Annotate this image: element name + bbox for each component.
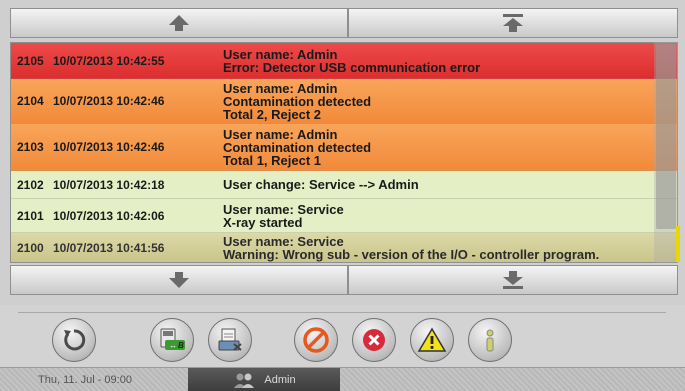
prohibited-filter-icon [303, 327, 329, 353]
current-user[interactable]: Admin [188, 368, 340, 391]
scroll-to-top-button[interactable] [348, 8, 678, 38]
log-entry[interactable]: 2102 10/07/2013 10:42:18 User change: Se… [11, 171, 677, 199]
filter-info-button[interactable] [468, 318, 512, 362]
svg-text:B: B [178, 341, 184, 350]
log-entry[interactable]: 2104 10/07/2013 10:42:46 User name: Admi… [11, 79, 677, 124]
entry-message: User name: Admin Contamination detected … [223, 80, 372, 122]
info-filter-icon [486, 329, 494, 352]
refresh-icon [64, 329, 86, 351]
filter-errors-button[interactable] [352, 318, 396, 362]
entry-id: 2102 [17, 177, 44, 192]
log-entry[interactable]: 2103 10/07/2013 10:42:46 User name: Admi… [11, 124, 677, 171]
users-icon [234, 373, 255, 388]
entry-message: User name: Service X-ray started [223, 201, 344, 230]
entry-timestamp: 10/07/2013 10:42:46 [53, 140, 165, 154]
scroll-to-bottom-button[interactable] [348, 265, 678, 295]
entry-id: 2103 [17, 140, 44, 154]
entry-timestamp: 10/07/2013 10:42:46 [53, 94, 165, 108]
log-scrollbar[interactable] [654, 42, 678, 263]
filter-warnings-button[interactable] [410, 318, 454, 362]
current-user-label: Admin [264, 374, 296, 386]
entry-message: User change: Service --> Admin [223, 177, 419, 192]
scroll-up-button[interactable] [10, 8, 348, 38]
date-time: Thu, 11. Jul - 09:00 [38, 374, 132, 386]
toolbar-divider [18, 312, 666, 313]
error-filter-icon [363, 329, 385, 351]
export-usb-icon: ↔ B [160, 328, 185, 350]
entry-timestamp: 10/07/2013 10:41:56 [53, 241, 165, 255]
entry-message: User name: Admin Error: Detector USB com… [223, 46, 481, 75]
arrow-up-icon [169, 15, 189, 31]
log-entry[interactable]: 2105 10/07/2013 10:42:55 User name: Admi… [11, 43, 677, 79]
status-bar: Thu, 11. Jul - 09:00 Admin [0, 367, 685, 391]
entry-timestamp: 10/07/2013 10:42:06 [53, 208, 165, 223]
entry-message: User name: Admin Contamination detected … [223, 126, 372, 168]
entry-timestamp: 10/07/2013 10:42:18 [53, 177, 165, 192]
entry-id: 2105 [17, 53, 44, 68]
print-icon [218, 328, 242, 351]
event-log-panel: 2105 10/07/2013 10:42:55 User name: Admi… [0, 0, 685, 305]
refresh-button[interactable] [52, 318, 96, 362]
arrow-to-top-icon [503, 14, 523, 32]
entry-id: 2104 [17, 94, 44, 108]
arrow-to-bottom-icon [503, 271, 523, 289]
entry-timestamp: 10/07/2013 10:42:55 [53, 53, 165, 68]
scrollbar-thumb[interactable] [656, 44, 676, 229]
log-toolbar: ↔ B [0, 318, 685, 368]
entry-id: 2100 [17, 241, 44, 255]
print-button[interactable] [208, 318, 252, 362]
entry-id: 2101 [17, 208, 44, 223]
svg-text:↔: ↔ [169, 341, 177, 350]
selection-marker [676, 226, 680, 262]
entry-message: User name: Service Warning: Wrong sub - … [223, 234, 600, 262]
filter-disabled-button[interactable] [294, 318, 338, 362]
arrow-down-icon [169, 272, 189, 288]
log-entry-selected[interactable]: 2100 10/07/2013 10:41:56 User name: Serv… [11, 233, 677, 262]
export-usb-button[interactable]: ↔ B [150, 318, 194, 362]
scroll-down-button[interactable] [10, 265, 348, 295]
warning-filter-icon [417, 327, 447, 352]
event-log-list: 2105 10/07/2013 10:42:55 User name: Admi… [10, 42, 678, 263]
log-entry[interactable]: 2101 10/07/2013 10:42:06 User name: Serv… [11, 199, 677, 233]
